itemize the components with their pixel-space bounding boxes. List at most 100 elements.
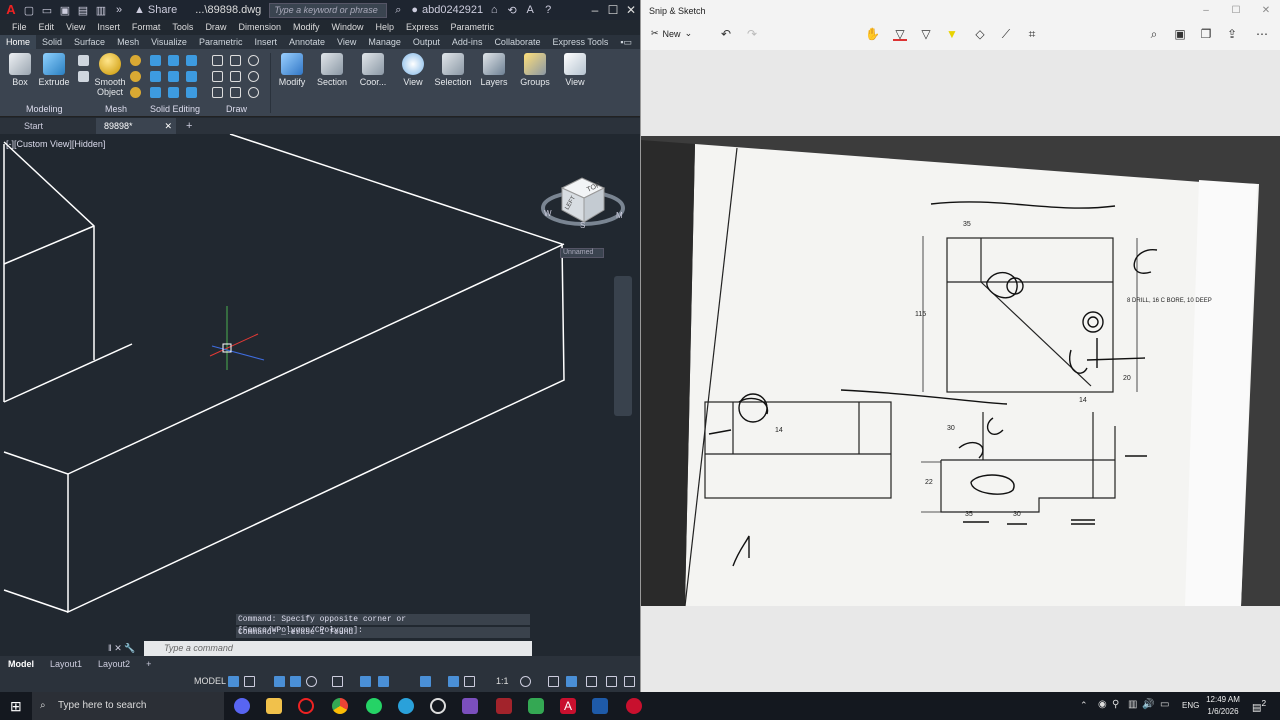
text-icon[interactable]: A [523, 3, 537, 17]
ribbon-tab[interactable]: Solid [36, 35, 68, 49]
tab-model[interactable]: Model [0, 659, 42, 669]
view-button[interactable]: View [393, 51, 433, 87]
command-input[interactable]: Type a command [144, 641, 532, 656]
xbox-icon[interactable] [528, 698, 544, 714]
panel-title-mesh[interactable]: Mesh [105, 104, 127, 114]
wcs-menu[interactable]: Unnamed [560, 248, 604, 258]
share-icon[interactable]: ⇪ [1225, 27, 1239, 41]
ribbon-overflow-icon[interactable]: ▪▭ [614, 35, 638, 49]
tray-icon[interactable]: ◉ [1098, 699, 1107, 710]
opera-icon[interactable] [298, 698, 314, 714]
file-explorer-icon[interactable] [266, 698, 282, 714]
ruler-icon[interactable]: ⟋ [999, 27, 1013, 41]
drawing-viewport[interactable]: [-][Custom View][Hidden] TOP LEFT W S M … [0, 134, 640, 656]
close-button[interactable]: ✕ [622, 0, 640, 20]
union-icon[interactable] [150, 55, 161, 66]
add-layout-icon[interactable]: + [138, 659, 159, 669]
overflow-icon[interactable]: » [112, 3, 126, 17]
panel-title-modeling[interactable]: Modeling [26, 104, 63, 114]
menu-item[interactable]: Help [376, 22, 395, 32]
print-icon[interactable]: ▥ [94, 3, 108, 17]
open-file-icon[interactable]: ▭ [40, 3, 54, 17]
tab-start[interactable]: Start [0, 118, 96, 134]
model-space-toggle[interactable]: MODEL [194, 676, 226, 686]
menu-item[interactable]: Format [132, 22, 161, 32]
language-indicator[interactable]: ENG [1182, 701, 1199, 710]
obs-icon[interactable] [430, 698, 446, 714]
volume-icon[interactable]: 🔊 [1142, 699, 1154, 710]
groups-button[interactable]: Groups [515, 51, 555, 87]
command-line-controls[interactable]: ‖ ✕ 🔧 [108, 643, 144, 654]
share-button[interactable]: ▲ Share [134, 4, 177, 16]
menu-item[interactable]: Draw [205, 22, 226, 32]
coordinates-button[interactable]: Coor... [353, 51, 393, 87]
annotation-scale[interactable]: 1:1 [496, 676, 509, 686]
selection-button[interactable]: Selection [433, 51, 473, 87]
tab-layout1[interactable]: Layout1 [42, 659, 90, 669]
line-icon[interactable] [212, 71, 223, 82]
extrude-button[interactable]: Extrude [34, 51, 74, 87]
object-snap-tracking-icon[interactable] [332, 676, 343, 687]
rectangle-icon[interactable] [230, 87, 241, 98]
clean-screen-icon[interactable] [606, 676, 617, 687]
ellipse-icon[interactable] [248, 87, 259, 98]
plus-icon[interactable] [548, 676, 559, 687]
ortho-icon[interactable] [274, 676, 285, 687]
modify-button[interactable]: Modify [272, 51, 312, 87]
ribbon-tab[interactable]: Annotate [283, 35, 331, 49]
ribbon-tab[interactable]: Parametric [193, 35, 249, 49]
workspace-gear-icon[interactable] [520, 676, 531, 687]
tab-active-drawing[interactable]: 89898* ✕ [96, 118, 176, 134]
tray-icon[interactable]: ⚲ [1112, 699, 1119, 710]
help-icon[interactable]: ? [541, 3, 555, 17]
mesh-tool-icon[interactable] [130, 87, 141, 98]
thicken-icon[interactable] [186, 87, 197, 98]
polygon-icon[interactable] [212, 87, 223, 98]
ribbon-tab[interactable]: Collaborate [488, 35, 546, 49]
grid-icon[interactable] [228, 676, 239, 687]
panel-title-draw[interactable]: Draw [226, 104, 247, 114]
search-input[interactable]: Type a keyword or phrase [269, 2, 388, 18]
menu-item[interactable]: Modify [293, 22, 320, 32]
new-tab-icon[interactable]: + [186, 120, 192, 132]
save-as-icon[interactable]: ▤ [76, 3, 90, 17]
search-icon[interactable]: ⌕ [391, 3, 405, 17]
redo-icon[interactable]: ↷ [745, 27, 759, 41]
undo-icon[interactable]: ↶ [719, 27, 733, 41]
slice-icon[interactable] [150, 71, 161, 82]
touch-writing-icon[interactable]: ✋ [865, 27, 880, 41]
close-tab-icon[interactable]: ✕ [164, 118, 172, 134]
taskbar-search-box[interactable]: ⌕ Type here to search [32, 692, 224, 720]
polar-icon[interactable] [290, 676, 301, 687]
maximize-button[interactable]: ☐ [604, 0, 622, 20]
menu-item[interactable]: Parametric [451, 22, 495, 32]
object-snap-icon[interactable] [360, 676, 371, 687]
mesh-tool-icon[interactable] [130, 55, 141, 66]
tray-overflow-icon[interactable]: ⌃ [1080, 700, 1088, 711]
ribbon-tab[interactable]: Output [407, 35, 446, 49]
app-icon[interactable] [496, 698, 512, 714]
fillet-edge-icon[interactable] [168, 71, 179, 82]
minimize-button[interactable]: – [586, 0, 604, 20]
connect-icon[interactable]: ⟲ [505, 3, 519, 17]
more-options-icon[interactable]: ⋯ [1255, 27, 1269, 41]
ribbon-tab[interactable]: Manage [362, 35, 407, 49]
notification-icon[interactable]: ▤2 [1252, 698, 1268, 714]
spline-icon[interactable] [230, 55, 241, 66]
isodraft-icon[interactable] [306, 676, 317, 687]
section-button[interactable]: Section [312, 51, 352, 87]
extract-edges-icon[interactable] [186, 71, 197, 82]
lineweight-icon[interactable] [378, 676, 389, 687]
menu-item[interactable]: Edit [39, 22, 55, 32]
menu-item[interactable]: Insert [97, 22, 120, 32]
ribbon-tab[interactable]: Surface [68, 35, 111, 49]
menu-item[interactable]: Tools [172, 22, 193, 32]
user-account[interactable]: ● abd0242921 [411, 4, 483, 16]
presspull-icon[interactable] [78, 71, 89, 82]
hardware-acceleration-icon[interactable] [566, 676, 577, 687]
chevron-down-icon[interactable]: ⌄ [685, 28, 693, 39]
snip-canvas[interactable]: 35 115 20 14 30 22 35 30 14 8 DRILL, 16 … [641, 50, 1280, 692]
save-icon[interactable]: ▣ [58, 3, 72, 17]
copy-icon[interactable]: ❐ [1199, 27, 1213, 41]
network-icon[interactable]: ▭ [1160, 699, 1169, 710]
